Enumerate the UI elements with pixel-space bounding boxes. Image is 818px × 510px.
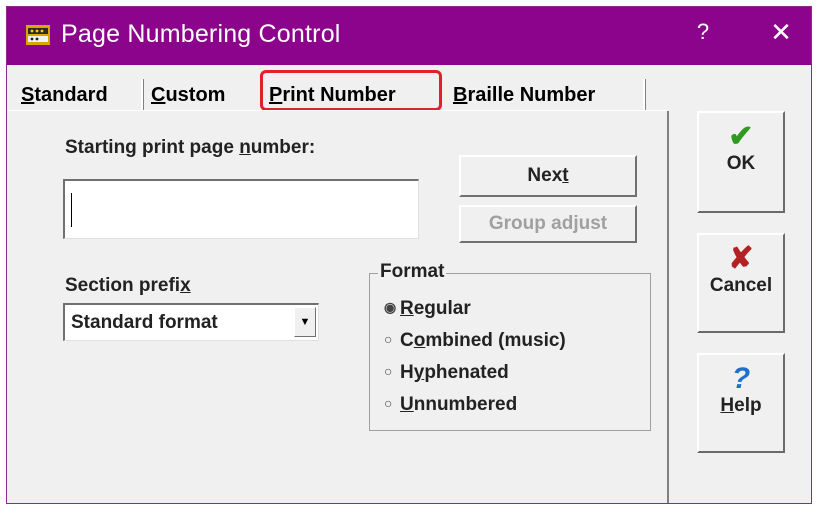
radio-unnumbered[interactable]: ○ Unnumbered bbox=[384, 394, 517, 418]
active-tab-highlight bbox=[260, 70, 442, 111]
radio-unselected-icon: ○ bbox=[384, 363, 393, 379]
help-button[interactable]: ? Help bbox=[697, 353, 785, 453]
section-prefix-dropdown[interactable]: Standard format ▼ bbox=[63, 303, 319, 341]
radio-unselected-icon: ○ bbox=[384, 331, 393, 347]
title-bar[interactable]: Page Numbering Control ? ✕ bbox=[7, 7, 811, 65]
tab-custom[interactable]: Custom bbox=[151, 80, 225, 110]
cross-icon: ✘ bbox=[728, 242, 754, 275]
group-adjust-button[interactable]: Group adjust bbox=[459, 205, 637, 243]
dropdown-arrow-icon[interactable]: ▼ bbox=[294, 307, 316, 337]
radio-combined-music[interactable]: ○ Combined (music) bbox=[384, 330, 566, 354]
close-button[interactable]: ✕ bbox=[767, 17, 795, 48]
section-prefix-label: Section prefix bbox=[65, 275, 191, 296]
text-caret bbox=[71, 193, 72, 227]
title-help-button[interactable]: ? bbox=[689, 19, 717, 45]
question-mark-icon: ? bbox=[731, 362, 751, 395]
ok-button[interactable]: ✔ OK bbox=[697, 111, 785, 213]
tab-standard[interactable]: Standard bbox=[21, 80, 108, 110]
tab-divider bbox=[141, 79, 144, 111]
tab-divider bbox=[643, 79, 646, 111]
radio-regular[interactable]: ◉ Regular bbox=[384, 298, 471, 322]
radio-selected-icon: ◉ bbox=[384, 299, 397, 315]
format-groupbox: Format ◉ Regular ○ Combined (music) ○ Hyphe… bbox=[369, 261, 651, 431]
starting-number-label: Starting print page number: bbox=[65, 137, 316, 158]
next-button[interactable]: Next bbox=[459, 155, 637, 197]
tab-braille-number[interactable]: Braille Number bbox=[453, 80, 595, 110]
app-icon bbox=[26, 25, 50, 45]
format-title: Format bbox=[378, 261, 447, 283]
page-numbering-dialog: Page Numbering Control ? ✕ Standard Cust… bbox=[6, 6, 812, 504]
radio-unselected-icon: ○ bbox=[384, 395, 393, 411]
window-title: Page Numbering Control bbox=[61, 20, 341, 48]
section-prefix-value: Standard format bbox=[71, 312, 218, 333]
checkmark-icon: ✔ bbox=[728, 120, 754, 153]
radio-hyphenated[interactable]: ○ Hyphenated bbox=[384, 362, 509, 386]
starting-number-input[interactable] bbox=[63, 179, 419, 239]
cancel-button[interactable]: ✘ Cancel bbox=[697, 233, 785, 333]
